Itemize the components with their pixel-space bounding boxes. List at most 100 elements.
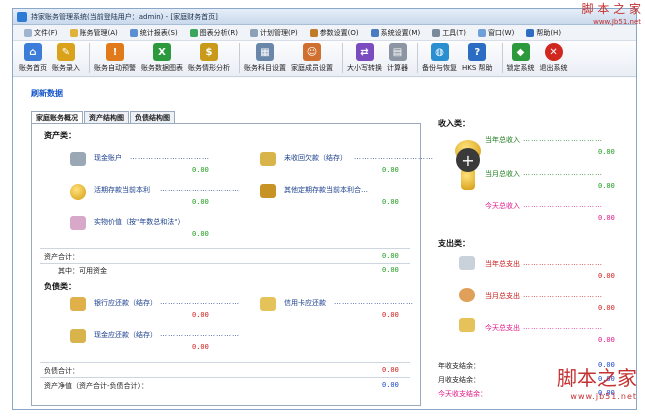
title-bar: 持家账务管理系统(当前登陆用户：admin) - [家庭财务首页]	[13, 9, 636, 25]
watermark-url: www.Jb51.net	[593, 18, 641, 26]
shopping-cart-icon	[70, 216, 86, 230]
lock-button[interactable]: ◆ 锁定系统	[507, 43, 535, 73]
cash-stack-icon	[459, 318, 475, 332]
main-content: 刷新数据 家庭账务概况 资产结构图 负债结构图 资产类： 现金账户 …………………	[13, 78, 636, 409]
cash-register-icon	[70, 152, 86, 166]
analysis-button[interactable]: $ 账务情形分析	[188, 43, 230, 73]
liability-value-bank: 0.00	[192, 311, 209, 319]
convert-button[interactable]: ⇄ 大小写转换	[347, 43, 382, 73]
money-bag-icon	[260, 152, 276, 166]
assets-total-label: 资产合计：	[44, 253, 79, 261]
convert-icon: ⇄	[355, 43, 374, 61]
menu-window[interactable]: 窗口(W)	[473, 26, 519, 40]
toolbar-separator	[342, 43, 343, 73]
watermark-bottom-url: www.jb51.net	[570, 392, 637, 401]
toolbar-label: 账务自动预警	[94, 64, 136, 72]
expense-today-label: 今天总支出	[485, 324, 520, 332]
divider	[40, 377, 410, 378]
bank-card-icon	[70, 297, 86, 311]
dots: …………………………	[130, 153, 210, 161]
member-settings-button[interactable]: ☺ 家庭成员设置	[291, 43, 333, 73]
liabilities-heading: 负债类：	[44, 282, 76, 291]
menu-reports[interactable]: 统计报表(S)	[125, 26, 183, 40]
ledger-icon	[69, 28, 78, 37]
refresh-link[interactable]: 刷新数据	[31, 88, 63, 99]
dots: …………………………	[160, 330, 240, 338]
menu-label: 窗口(W)	[487, 28, 515, 37]
menu-accounts[interactable]: 账务管理(A)	[65, 26, 123, 40]
overview-panel: 资产类： 现金账户 ………………………… 0.00 未收回欠款（结存） ……………	[31, 123, 433, 406]
data-chart-button[interactable]: X 账务数据图表	[141, 43, 183, 73]
help-button[interactable]: ? HKS 帮助	[462, 43, 493, 73]
divider	[40, 248, 410, 249]
money-bag-icon	[459, 288, 475, 302]
menu-system[interactable]: 系统设置(M)	[366, 26, 426, 40]
add-button[interactable]: +	[456, 148, 480, 172]
toolbar-label: 账务情形分析	[188, 64, 230, 72]
menu-plans[interactable]: 计划管理(P)	[245, 26, 303, 40]
subject-settings-button[interactable]: ▦ 账务科目设置	[244, 43, 286, 73]
watermark-bottom-logo: 脚本之家	[557, 366, 637, 390]
calculator-icon: ▤	[388, 43, 407, 61]
toolbar-separator	[89, 43, 90, 73]
toolbar-label: 退出系统	[539, 64, 568, 72]
expense-year-value: 0.00	[598, 272, 615, 280]
toolbar-label: 大小写转换	[347, 64, 382, 72]
moneybag-icon: $	[200, 43, 218, 61]
liquid-funds-label: 其中：可用资金	[58, 267, 107, 275]
menu-label: 参数设置(O)	[319, 28, 359, 37]
net-worth-label: 资产净值（资产合计-负债合计）：	[44, 382, 149, 390]
help-icon: ?	[468, 43, 487, 61]
menu-charts[interactable]: 图表分析(R)	[185, 26, 243, 40]
toolbar-label: 账务数据图表	[141, 64, 183, 72]
toolbar-separator	[239, 43, 240, 73]
liquid-funds-value: 0.00	[382, 266, 399, 274]
expense-heading: 支出类：	[438, 239, 470, 248]
alert-button[interactable]: ! 账务自动预警	[94, 43, 136, 73]
banknote-icon	[459, 256, 475, 270]
chart-icon	[189, 28, 198, 37]
gear-icon	[309, 28, 318, 37]
excel-icon: X	[153, 43, 171, 61]
toolbar-label: 备份与恢复	[422, 64, 457, 72]
menu-label: 统计报表(S)	[139, 28, 178, 37]
dots: …………………………	[523, 135, 603, 143]
menu-params[interactable]: 参数设置(O)	[305, 26, 364, 40]
credit-card-icon	[260, 297, 276, 311]
cash-stack-icon	[70, 329, 86, 343]
file-icon	[24, 28, 32, 37]
home-icon: ⌂	[24, 43, 42, 61]
menu-label: 系统设置(M)	[380, 28, 421, 37]
asset-label-physical: 实物价值（按"年数总和法"）	[94, 218, 185, 226]
income-today-label: 今天总收入	[485, 202, 520, 210]
entry-button[interactable]: ✎ 账务录入	[52, 43, 80, 73]
exit-icon: ✕	[544, 43, 563, 61]
toolbar-separator	[417, 43, 418, 73]
asset-label-receivable: 未收回欠款（结存）	[284, 154, 347, 162]
expense-year-label: 当年总支出	[485, 260, 520, 268]
liability-value-credit: 0.00	[382, 311, 399, 319]
globe-icon: ◍	[430, 43, 449, 61]
toolbar-label: 家庭成员设置	[291, 64, 333, 72]
menu-tools[interactable]: 工具(T)	[427, 26, 471, 40]
asset-value-physical: 0.00	[192, 230, 209, 238]
system-icon	[370, 28, 379, 37]
home-button[interactable]: ⌂ 账务首页	[19, 43, 47, 73]
income-heading: 收入类：	[438, 119, 470, 128]
window-icon	[477, 28, 486, 37]
assets-heading: 资产类：	[44, 131, 76, 140]
exit-button[interactable]: ✕ 退出系统	[540, 43, 568, 73]
lock-icon: ◆	[511, 43, 530, 61]
menu-file[interactable]: 文件(F)	[19, 26, 63, 40]
calculator-button[interactable]: ▤ 计算器	[387, 43, 408, 73]
gold-coins-icon	[70, 184, 86, 200]
help-icon	[526, 28, 535, 37]
menu-help[interactable]: 帮助(H)	[521, 26, 566, 40]
backup-button[interactable]: ◍ 备份与恢复	[422, 43, 457, 73]
liability-label-bank: 银行应还款（结存）	[94, 299, 157, 307]
divider	[40, 263, 410, 264]
income-month-label: 当月总收入	[485, 170, 520, 178]
expense-today-value: 0.00	[598, 336, 615, 344]
dots: …………………………	[523, 323, 603, 331]
income-today-value: 0.00	[598, 214, 615, 222]
